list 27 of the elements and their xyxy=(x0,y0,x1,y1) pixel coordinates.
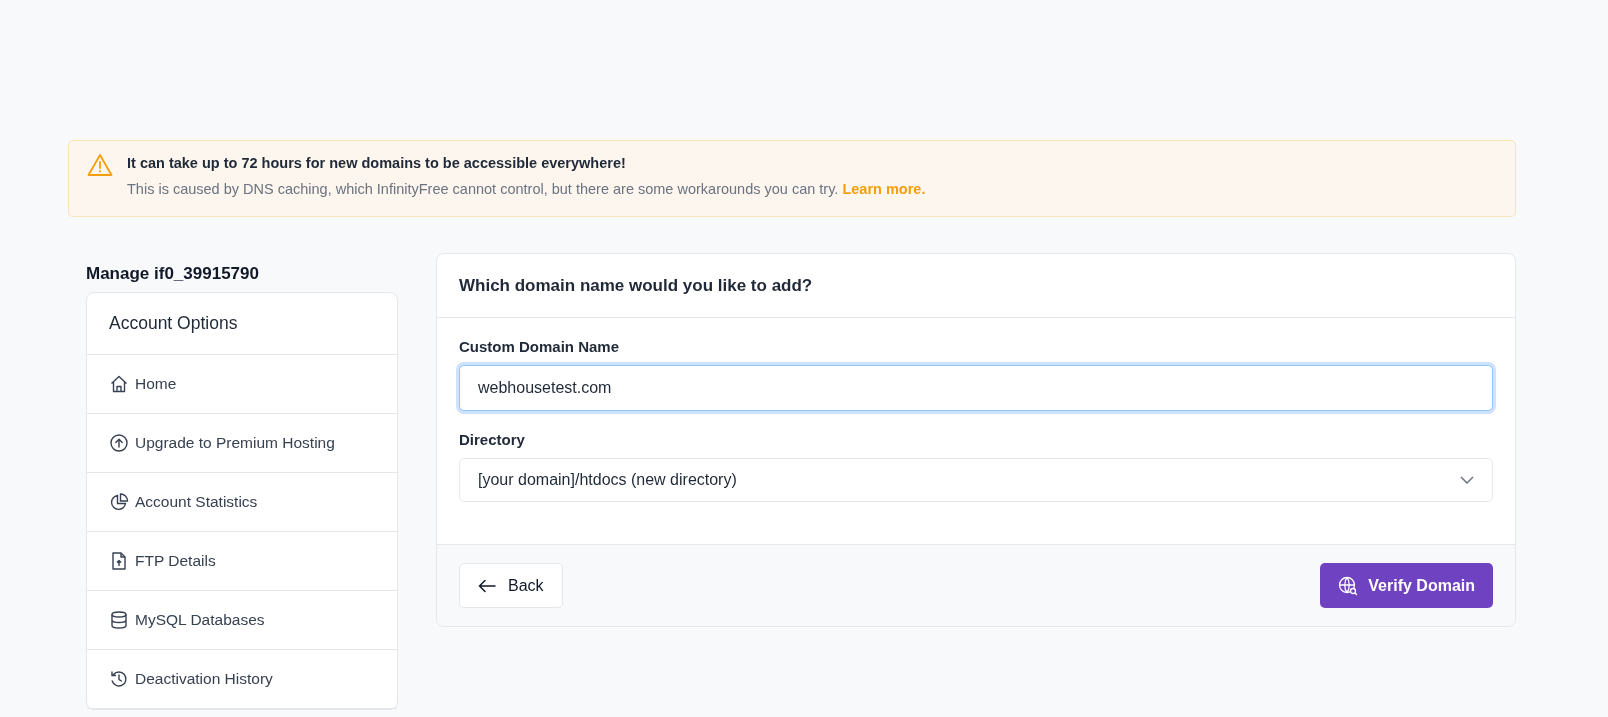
sidebar-item[interactable]: Account Statistics xyxy=(87,473,397,532)
sidebar-item[interactable]: Home xyxy=(87,355,397,414)
account-heading: Manage if0_39915790 xyxy=(86,264,260,285)
home-icon xyxy=(109,374,129,394)
alert-text: This is caused by DNS caching, which InfinityFree cannot control, but there are some workarounds you can try. xyxy=(127,181,839,197)
pie-chart-icon xyxy=(109,492,129,512)
back-button[interactable]: Back xyxy=(459,563,563,608)
domain-input-field[interactable]: webhousetest.com xyxy=(459,365,1493,411)
history-icon xyxy=(109,669,129,689)
database-icon xyxy=(109,610,129,630)
globe-search-icon xyxy=(1338,575,1359,596)
sidebar-item[interactable]: Upgrade to Premium Hosting xyxy=(87,414,397,473)
sidebar-item[interactable]: Deactivation History xyxy=(87,650,397,709)
arrow-up-circle-icon xyxy=(109,433,129,453)
sidebar-title: Account Options xyxy=(87,293,397,355)
warning-icon xyxy=(87,153,113,177)
field-label: Custom Domain Name xyxy=(459,338,620,355)
card-title: Which domain name would you like to add? xyxy=(459,275,813,296)
arrow-left-icon xyxy=(478,578,496,593)
directory-select[interactable]: [your domain]/htdocs (new directory) xyxy=(459,458,1493,502)
field-label: Directory xyxy=(459,431,525,448)
sidebar-item[interactable]: MySQL Databases xyxy=(87,591,397,650)
file-upload-icon xyxy=(109,551,129,571)
sidebar-item[interactable]: FTP Details xyxy=(87,532,397,591)
verify-domain-button[interactable]: Verify Domain xyxy=(1320,563,1493,608)
alert-title: It can take up to 72 hours for new domains to be accessible everywhere! xyxy=(127,154,627,173)
chevron-down-icon xyxy=(1460,476,1474,484)
